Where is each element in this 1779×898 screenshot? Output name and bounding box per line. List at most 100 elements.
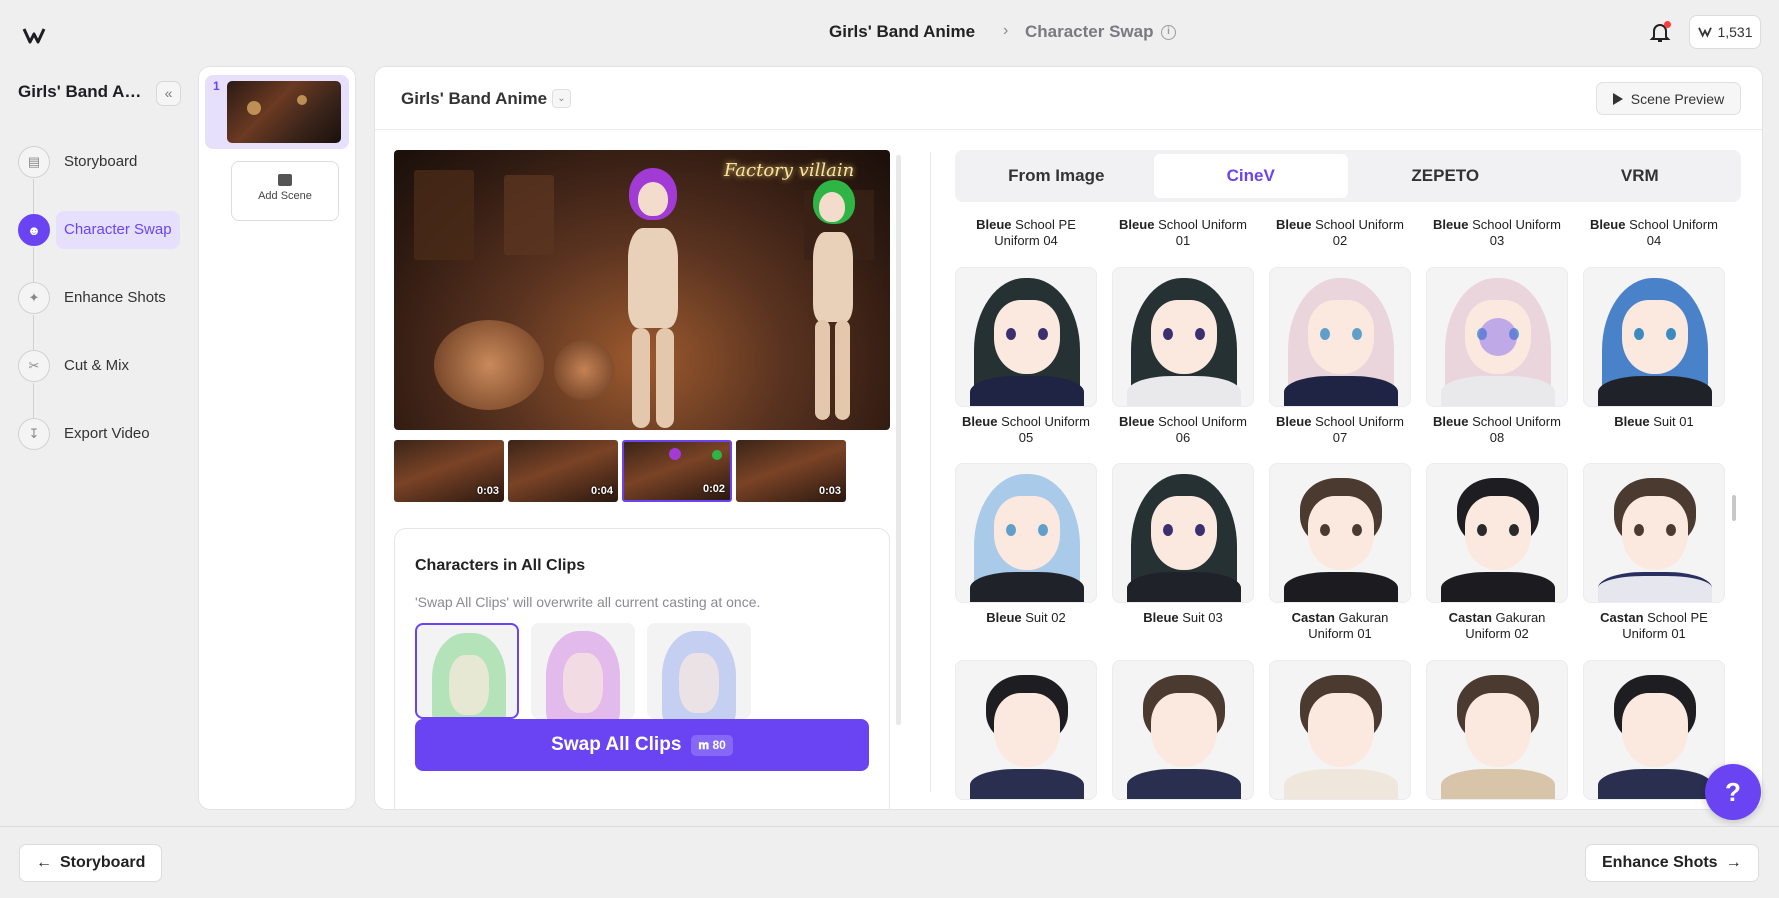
arrow-right-icon: →: [1725, 854, 1742, 871]
app-logo-icon[interactable]: [22, 26, 46, 46]
scene-card[interactable]: 1: [205, 75, 349, 149]
clip-thumbnails: 0:03 0:04 0:02 0:03: [394, 440, 854, 502]
swap-all-clips-button[interactable]: Swap All Clips 𝐦 80: [415, 719, 869, 771]
tab-vrm[interactable]: VRM: [1543, 154, 1738, 198]
neon-sign: Factory villain: [724, 160, 855, 181]
character-card[interactable]: [1426, 267, 1568, 407]
character-slot-blue[interactable]: [647, 623, 751, 719]
question-icon: ?: [1725, 776, 1741, 807]
top-bar: Girls' Band Anime › Character Swap i 1,5…: [0, 0, 1779, 64]
character-card[interactable]: [955, 463, 1097, 603]
sidebar-item-label: Storyboard: [64, 153, 138, 170]
breadcrumb-separator: ›: [1003, 22, 1009, 39]
grid-scrollbar[interactable]: [1732, 495, 1736, 521]
sidebar-item-cut-mix[interactable]: ✂ Cut & Mix: [18, 347, 137, 385]
character-card[interactable]: [1583, 267, 1725, 407]
chevron-down-icon[interactable]: ⌄: [552, 89, 571, 108]
character-card[interactable]: [1583, 463, 1725, 603]
sidebar-item-character-swap[interactable]: ☻ Character Swap: [18, 211, 180, 249]
add-scene-icon: [278, 174, 292, 186]
play-icon: [1612, 92, 1623, 105]
notification-dot: [1664, 21, 1671, 28]
clip-duration: 0:03: [818, 485, 841, 497]
sidebar-item-label: Character Swap: [56, 211, 180, 249]
sidebar-project-name: Girls' Band Ani...: [18, 82, 146, 101]
info-icon[interactable]: i: [1161, 25, 1176, 40]
grid-label: Castan School PE Uniform 01: [1600, 610, 1708, 641]
tab-cinev[interactable]: CineV: [1153, 154, 1348, 198]
main-panel: Girls' Band Anime ⌄ Scene Preview Factor…: [374, 66, 1763, 810]
grid-label: Bleue School Uniform 08: [1433, 414, 1561, 445]
credit-icon: [1698, 27, 1713, 38]
hover-overlay: [1479, 318, 1517, 356]
grid-label: Castan Gakuran Uniform 01: [1291, 610, 1389, 641]
sidebar-item-storyboard[interactable]: ▤ Storyboard: [18, 143, 145, 181]
clip-thumbnail[interactable]: 0:03: [394, 440, 504, 502]
scene-title: Girls' Band Anime: [401, 89, 548, 108]
character-card[interactable]: [1112, 660, 1254, 800]
sparkle-icon: ✦: [18, 282, 50, 314]
help-button[interactable]: ?: [1705, 764, 1761, 820]
character-card[interactable]: [1269, 660, 1411, 800]
sidebar-item-export-video[interactable]: ↧ Export Video: [18, 415, 158, 453]
footer-bar: ← Storyboard Enhance Shots →: [0, 826, 1779, 898]
tab-from-image[interactable]: From Image: [959, 154, 1154, 198]
sidebar-item-enhance-shots[interactable]: ✦ Enhance Shots: [18, 279, 174, 317]
back-storyboard-button[interactable]: ← Storyboard: [19, 844, 163, 882]
arrow-left-icon: ←: [36, 854, 52, 871]
character-card[interactable]: [1426, 463, 1568, 603]
clip-duration: 0:04: [590, 485, 613, 497]
nav-connector: [33, 247, 34, 283]
page-title: Character Swap: [1025, 22, 1154, 41]
swap-cost: 80: [712, 737, 726, 752]
scissors-icon: ✂: [18, 350, 50, 382]
scenes-panel: 1 Add Scene: [198, 66, 356, 810]
character-card[interactable]: [1269, 267, 1411, 407]
add-scene-label: Add Scene: [258, 190, 312, 202]
character-purple: [624, 168, 684, 428]
left-scrollbar[interactable]: [896, 155, 901, 725]
scene-number: 1: [213, 79, 220, 93]
tab-zepeto[interactable]: ZEPETO: [1348, 154, 1543, 198]
character-slot-green[interactable]: [415, 623, 519, 719]
back-label: Storyboard: [60, 854, 146, 871]
character-card[interactable]: [1269, 463, 1411, 603]
clip-thumbnail[interactable]: 0:02: [622, 440, 732, 502]
storyboard-icon: ▤: [18, 146, 50, 178]
character-card[interactable]: [1426, 660, 1568, 800]
collapse-sidebar-button[interactable]: «: [156, 81, 181, 106]
nav-connector: [33, 383, 34, 419]
character-card[interactable]: [1583, 660, 1725, 800]
grid-label: Bleue Suit 01: [1614, 414, 1694, 429]
credits-badge[interactable]: 1,531: [1689, 15, 1761, 49]
character-slot-purple[interactable]: [531, 623, 635, 719]
next-enhance-shots-button[interactable]: Enhance Shots →: [1585, 844, 1759, 882]
characters-panel: Characters in All Clips 'Swap All Clips'…: [394, 528, 890, 809]
credits-count: 1,531: [1717, 24, 1753, 40]
sidebar-item-label: Cut & Mix: [64, 357, 130, 374]
character-card[interactable]: [955, 660, 1097, 800]
character-card[interactable]: [955, 267, 1097, 407]
sidebar-item-label: Enhance Shots: [64, 289, 166, 306]
characters-title: Characters in All Clips: [415, 557, 586, 574]
grid-label: Bleue School PE Uniform 04: [976, 217, 1076, 248]
nav-connector: [33, 179, 34, 215]
grid-label: Bleue School Uniform 03: [1433, 217, 1561, 248]
video-preview[interactable]: Factory villain: [394, 150, 890, 430]
add-scene-button[interactable]: Add Scene: [231, 161, 339, 221]
character-card[interactable]: [1112, 267, 1254, 407]
clip-thumbnail[interactable]: 0:03: [736, 440, 846, 502]
scene-preview-label: Scene Preview: [1630, 90, 1725, 107]
panel-divider: [930, 152, 931, 792]
character-card[interactable]: [1112, 463, 1254, 603]
scene-thumbnail: [227, 81, 341, 143]
source-tabs: From Image CineV ZEPETO VRM: [955, 150, 1741, 202]
clip-thumbnail[interactable]: 0:04: [508, 440, 618, 502]
grid-label: Bleue Suit 02: [986, 610, 1066, 625]
swap-all-clips-label: Swap All Clips: [551, 734, 682, 755]
grid-label: Bleue School Uniform 07: [1276, 414, 1404, 445]
grid-label: Bleue School Uniform 02: [1276, 217, 1404, 248]
scene-preview-button[interactable]: Scene Preview: [1596, 82, 1741, 115]
grid-label: Bleue School Uniform 06: [1119, 414, 1247, 445]
main-header: Girls' Band Anime ⌄ Scene Preview: [375, 67, 1762, 130]
